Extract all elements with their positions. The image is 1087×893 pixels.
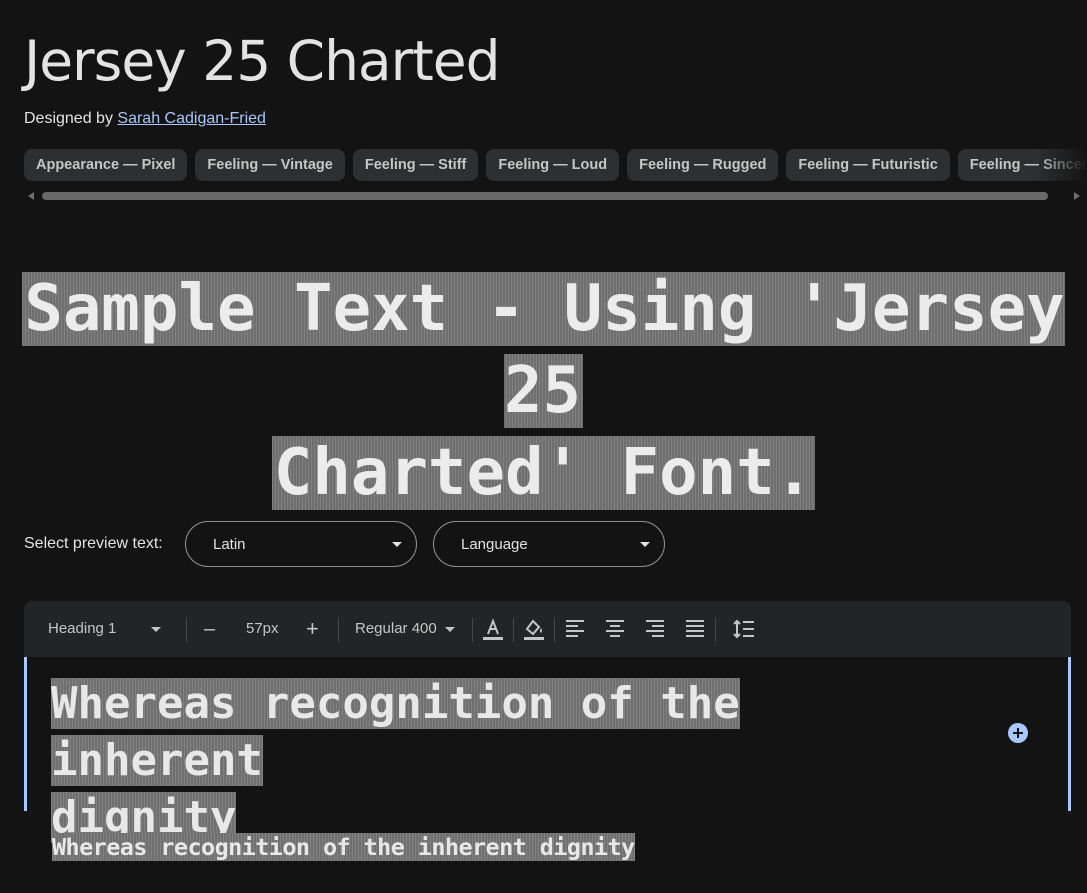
- chevron-down-icon[interactable]: [445, 627, 455, 632]
- editor-heading-line-1: Whereas recognition of the inherent: [51, 678, 740, 786]
- tag-list: Appearance — Pixel Feeling — Vintage Fee…: [24, 149, 1087, 181]
- preview-editor[interactable]: Whereas recognition of the inherent dign…: [24, 657, 1071, 843]
- editor-toolbar: Heading 1 – 57px + Regular 400: [24, 601, 1071, 657]
- tag-chip-stiff[interactable]: Feeling — Stiff: [352, 149, 479, 181]
- align-justify-icon[interactable]: [683, 617, 707, 641]
- designer-link[interactable]: Sarah Cadigan-Fried: [117, 110, 266, 127]
- align-center-icon[interactable]: [603, 617, 627, 641]
- scroll-left-arrow-icon[interactable]: [28, 192, 34, 200]
- increase-size-button[interactable]: +: [306, 601, 319, 657]
- align-right-icon[interactable]: [643, 617, 667, 641]
- tag-chip-pixel[interactable]: Appearance — Pixel: [24, 149, 188, 181]
- tag-chip-rugged[interactable]: Feeling — Rugged: [627, 149, 779, 181]
- toolbar-divider: [186, 618, 187, 642]
- toolbar-divider: [513, 618, 514, 642]
- line-height-icon[interactable]: [732, 617, 756, 641]
- hero-sample-text: Sample Text - Using 'Jersey 25 Charted' …: [0, 268, 1087, 514]
- chevron-down-icon: [640, 542, 650, 547]
- font-title: Jersey 25 Charted: [24, 29, 501, 93]
- designer-credit: Designed by Sarah Cadigan-Fried: [24, 110, 266, 128]
- style-select[interactable]: Heading 1: [48, 601, 116, 657]
- tag-chip-vintage[interactable]: Feeling — Vintage: [195, 149, 345, 181]
- scrollbar-thumb[interactable]: [42, 192, 1048, 200]
- toolbar-divider: [472, 618, 473, 642]
- hero-line-1: Sample Text - Using 'Jersey 25: [22, 272, 1065, 428]
- tag-fade-overlay: [1037, 149, 1087, 181]
- toolbar-divider: [715, 618, 716, 642]
- tag-chip-loud[interactable]: Feeling — Loud: [486, 149, 620, 181]
- tag-chip-futuristic[interactable]: Feeling — Futuristic: [786, 149, 950, 181]
- font-specimen-page: Jersey 25 Charted Designed by Sarah Cadi…: [0, 0, 1087, 893]
- toolbar-divider: [338, 618, 339, 642]
- scroll-right-arrow-icon[interactable]: [1074, 192, 1080, 200]
- decrease-size-button[interactable]: –: [204, 601, 215, 657]
- preview-text-label: Select preview text:: [24, 535, 163, 552]
- weight-select[interactable]: Regular 400: [355, 601, 437, 657]
- font-size-value[interactable]: 57px: [246, 601, 279, 657]
- add-block-icon[interactable]: [1008, 723, 1028, 743]
- toolbar-divider: [554, 618, 555, 642]
- chevron-down-icon: [392, 542, 402, 547]
- editor-body-text[interactable]: Whereas recognition of the inherent dign…: [52, 831, 635, 863]
- align-left-icon[interactable]: [563, 617, 587, 641]
- tag-scrollbar[interactable]: [24, 189, 1080, 203]
- language-select-value: Language: [461, 536, 528, 553]
- text-color-icon[interactable]: [481, 617, 505, 641]
- editor-body-line: Whereas recognition of the inherent dign…: [52, 833, 635, 861]
- chevron-down-icon[interactable]: [151, 627, 161, 632]
- designer-prefix: Designed by: [24, 110, 113, 127]
- editor-heading-text[interactable]: Whereas recognition of the inherent dign…: [51, 675, 871, 846]
- highlight-color-icon[interactable]: [522, 617, 546, 641]
- language-select[interactable]: Language: [433, 521, 665, 567]
- script-select-value: Latin: [213, 536, 246, 553]
- hero-line-2: Charted' Font.: [271, 436, 816, 510]
- script-select[interactable]: Latin: [185, 521, 417, 567]
